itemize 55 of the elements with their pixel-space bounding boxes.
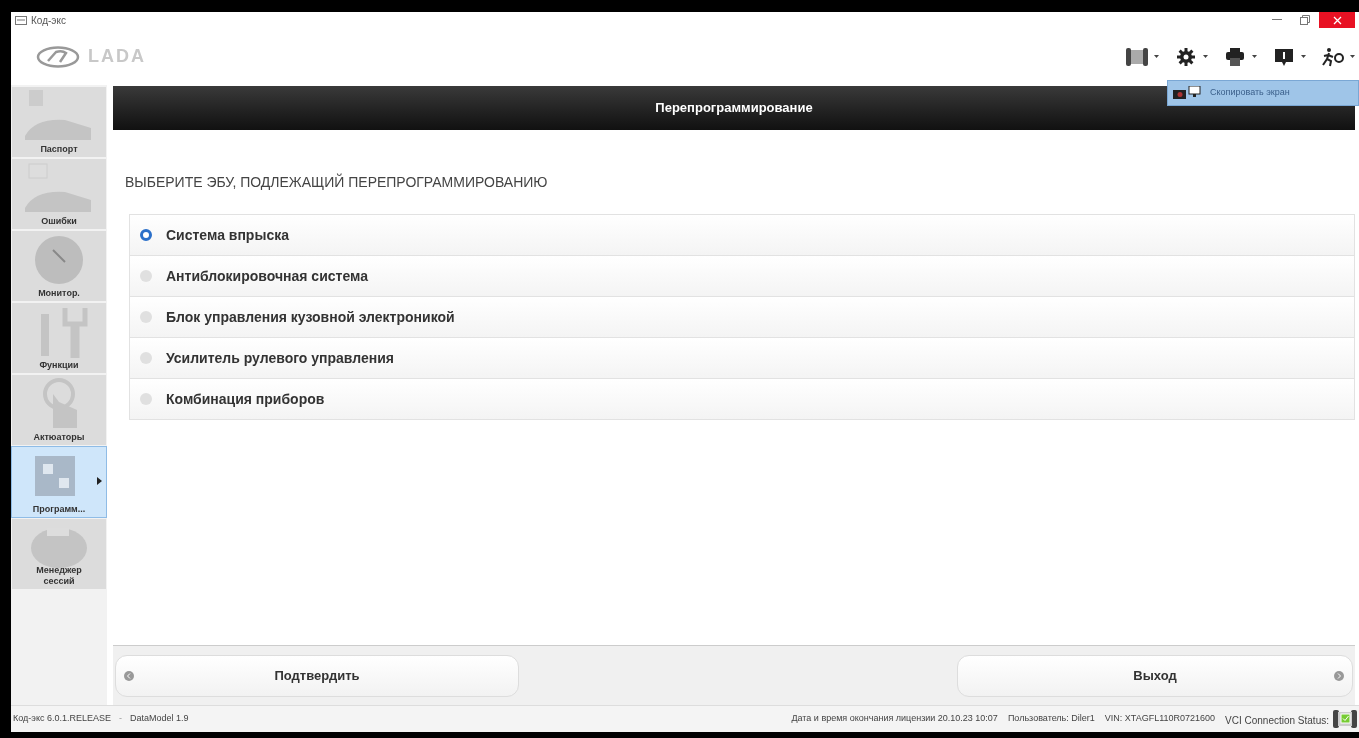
toolbar-button[interactable] <box>1322 46 1355 67</box>
radio-button[interactable] <box>140 393 152 405</box>
radio-button[interactable] <box>140 311 152 323</box>
radio-button[interactable] <box>140 229 152 241</box>
restore-icon <box>1300 15 1310 25</box>
toolbar-button[interactable] <box>1175 46 1208 67</box>
sidebar-item[interactable]: Ошибки <box>11 158 107 230</box>
close-icon <box>1332 15 1342 25</box>
toolbar-button[interactable] <box>1126 46 1159 67</box>
caret-icon <box>1301 55 1306 58</box>
vci-device-icon <box>1126 46 1148 67</box>
vci-status-label: VCI Connection Status: <box>1225 714 1329 728</box>
window-title: Код-экс <box>31 13 66 28</box>
app-icon <box>15 15 27 25</box>
radio-button[interactable] <box>140 352 152 364</box>
menu-item[interactable]: Скопировать экран <box>1168 84 1358 102</box>
caret-icon <box>1154 55 1159 58</box>
sidebar-item[interactable]: Программ... <box>11 446 107 518</box>
action-button[interactable]: Подтвердить <box>115 654 519 697</box>
caret-icon <box>1203 55 1208 58</box>
sidebar-item[interactable]: Менеджер сессий <box>11 518 107 590</box>
caret-icon <box>1252 55 1257 58</box>
vin-text: VIN: XTAGFL110R0721600 <box>1104 712 1216 726</box>
caret-icon <box>1350 55 1355 58</box>
list-option[interactable]: Усилитель рулевого управления <box>129 337 1355 379</box>
list-option[interactable]: Система впрыска <box>129 214 1355 256</box>
logo-icon <box>36 45 80 68</box>
data-model-text: DataModel 1.9 <box>129 712 189 726</box>
panel-title: Перепрограммирование <box>655 99 813 118</box>
list-option[interactable]: Блок управления кузовной электроникой <box>129 296 1355 338</box>
user-text: Пользователь: Diler1 <box>1007 712 1095 726</box>
back-icon <box>124 670 134 681</box>
minimize-icon <box>1272 19 1282 21</box>
toolbar-button[interactable] <box>1224 46 1257 67</box>
running-person-icon <box>1322 46 1344 67</box>
settings-icon <box>1175 46 1197 67</box>
sidebar-item[interactable]: Паспорт <box>11 86 107 158</box>
printer-icon <box>1224 46 1246 67</box>
list-option[interactable]: Комбинация приборов <box>129 378 1355 420</box>
action-button[interactable]: Выход <box>957 654 1353 697</box>
sidebar-item[interactable]: Функции <box>11 302 107 374</box>
sidebar-item[interactable]: Монитор. <box>11 230 107 302</box>
section-heading: ВЫБЕРИТЕ ЭБУ, ПОДЛЕЖАЩИЙ ПЕРЕПРОГРАММИРОВАНИЮ <box>125 172 549 192</box>
arrow-icon <box>97 477 102 485</box>
forward-icon <box>1334 670 1344 681</box>
list-option[interactable]: Антиблокировочная система <box>129 255 1355 297</box>
toolbar-button[interactable] <box>1273 46 1306 67</box>
message-icon <box>1273 46 1295 67</box>
screenshot-icon <box>1172 86 1202 100</box>
sidebar-item[interactable]: Актюаторы <box>11 374 107 446</box>
radio-button[interactable] <box>140 270 152 282</box>
close-button[interactable] <box>1319 12 1355 28</box>
separator-text: - <box>118 712 122 726</box>
license-text: Дата и время окончания лицензии 20.10.23 10:07 <box>791 712 998 726</box>
version-text: Код-экс 6.0.1.RELEASE <box>13 712 111 726</box>
